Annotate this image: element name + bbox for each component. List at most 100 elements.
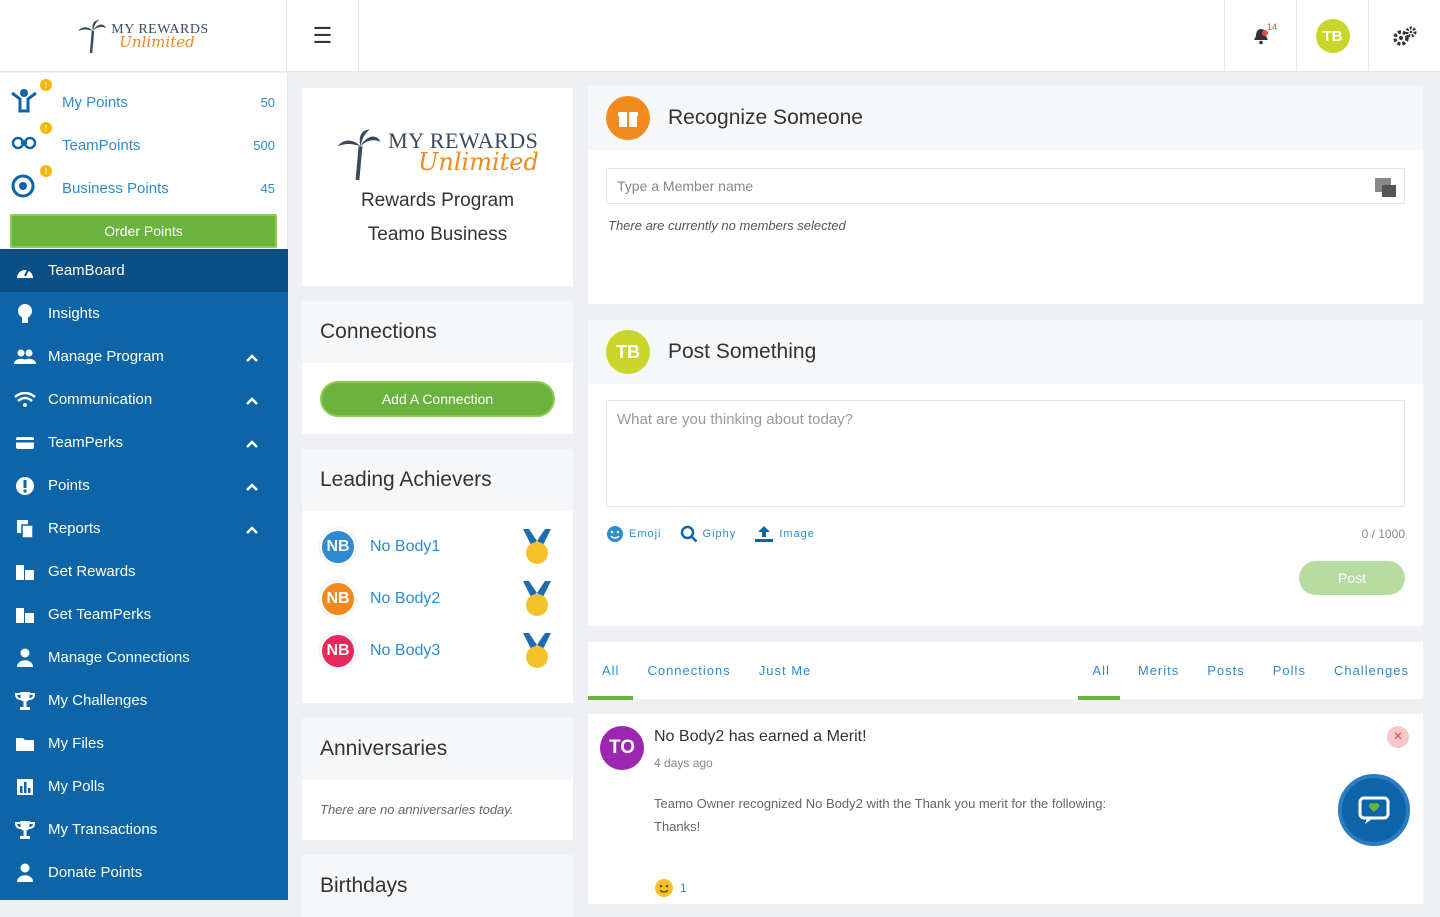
user-icon [14, 862, 36, 884]
sidebar-item-donate-points[interactable]: Donate Points [0, 851, 288, 894]
member-input-placeholder: Type a Member name [617, 178, 754, 194]
sidebar-item-insights[interactable]: Insights [0, 292, 288, 335]
sidebar-item-label: TeamBoard [48, 262, 125, 279]
sidebar-item-label: Points [48, 477, 90, 494]
sidebar: ! My Points 50 ! TeamPoints 500 ! Busine… [0, 73, 288, 900]
post-button[interactable]: Post [1299, 561, 1405, 595]
trophy-icon [14, 690, 36, 712]
achiever-row[interactable]: NB No Body3 [302, 625, 573, 677]
order-points-button[interactable]: Order Points [10, 214, 277, 248]
sidebar-item-label: My Polls [48, 778, 105, 795]
emoji-button[interactable]: Emoji [606, 525, 662, 543]
feed-timestamp: 4 days ago [654, 756, 713, 770]
copy-icon [14, 518, 36, 540]
points-row-my-points[interactable]: ! My Points 50 [10, 79, 277, 124]
sidebar-item-manage-program[interactable]: Manage Program [0, 335, 288, 378]
chevron-up-icon [246, 392, 258, 409]
sidebar-nav: TeamBoard Insights Manage Program Commun… [0, 249, 288, 894]
sidebar-item-label: My Challenges [48, 692, 148, 709]
medal-icon [523, 581, 551, 616]
chevron-up-icon [246, 521, 258, 538]
search-icon [680, 525, 697, 543]
member-search-input[interactable]: Type a Member name [606, 168, 1405, 204]
tab-type-all[interactable]: All [1078, 642, 1121, 700]
tab-just-me[interactable]: Just Me [759, 642, 812, 700]
image-button[interactable]: Image [754, 525, 815, 543]
feed-body-text2: Thanks! [654, 819, 701, 834]
feed-item: TO No Body2 has earned a Merit! 4 days a… [588, 714, 1423, 904]
medal-icon [523, 633, 551, 668]
menu-toggle-button[interactable]: ☰ [287, 0, 359, 72]
users-icon [14, 346, 36, 368]
giphy-button[interactable]: Giphy [680, 525, 737, 543]
dashboard-icon [14, 260, 36, 282]
member-list-icon[interactable] [1374, 177, 1398, 199]
points-row-team-points[interactable]: ! TeamPoints 500 [10, 122, 277, 167]
post-title: Post Something [668, 340, 817, 363]
feed-author-avatar[interactable]: TO [600, 726, 644, 770]
lightbulb-icon [14, 303, 36, 325]
leading-achievers-card: Leading Achievers NB No Body1 NB No Body… [302, 449, 573, 703]
sidebar-item-my-polls[interactable]: My Polls [0, 765, 288, 808]
tab-merits[interactable]: Merits [1138, 642, 1179, 700]
notifications-button[interactable]: 14 [1224, 0, 1296, 72]
chat-button[interactable] [1338, 774, 1410, 846]
tab-connections[interactable]: Connections [647, 642, 730, 700]
sidebar-item-points[interactable]: Points [0, 464, 288, 507]
avatar: TB [1315, 19, 1350, 53]
birthdays-title: Birthdays [302, 855, 573, 917]
post-card: TB Post Something What are you thinking … [588, 320, 1423, 626]
sidebar-item-manage-connections[interactable]: Manage Connections [0, 636, 288, 679]
achiever-row[interactable]: NB No Body2 [302, 573, 573, 625]
business-name: Teamo Business [367, 224, 508, 245]
points-panel: ! My Points 50 ! TeamPoints 500 ! Busine… [0, 73, 288, 249]
tab-posts[interactable]: Posts [1207, 642, 1245, 700]
hamburger-icon: ☰ [312, 23, 333, 48]
image-label: Image [779, 528, 815, 540]
card-icon [14, 432, 36, 454]
sidebar-item-label: Manage Connections [48, 649, 190, 666]
sidebar-item-teamperks[interactable]: TeamPerks [0, 421, 288, 464]
reaction-button[interactable]: 1 [654, 878, 687, 898]
achiever-avatar: NB [320, 581, 356, 617]
emoji-icon [607, 526, 623, 542]
achiever-name: No Body3 [370, 642, 441, 659]
anniversaries-title: Anniversaries [302, 718, 573, 780]
sidebar-item-my-files[interactable]: My Files [0, 722, 288, 765]
sidebar-item-label: TeamPerks [48, 434, 124, 451]
points-indicator: ! [40, 122, 52, 134]
info-icon [14, 475, 36, 497]
post-textarea[interactable]: What are you thinking about today? [606, 400, 1405, 507]
chat-icon [1358, 796, 1390, 824]
header-logo[interactable]: MY REWARDS Unlimited [0, 0, 287, 72]
program-name: Rewards Program [360, 190, 515, 211]
notification-count: 14 [1267, 22, 1278, 32]
sidebar-item-label: Get TeamPerks [48, 606, 152, 623]
tab-polls[interactable]: Polls [1273, 642, 1306, 700]
close-icon[interactable]: × [1387, 726, 1409, 748]
right-column: Recognize Someone Type a Member name The… [587, 86, 1423, 904]
sidebar-item-communication[interactable]: Communication [0, 378, 288, 421]
sidebar-item-label: My Transactions [48, 821, 158, 838]
add-connection-button[interactable]: Add A Connection [320, 381, 555, 417]
settings-button[interactable] [1368, 0, 1440, 72]
achiever-name: No Body1 [370, 538, 441, 555]
palm-tree-icon [78, 20, 107, 53]
sidebar-item-get-rewards[interactable]: Get Rewards [0, 550, 288, 593]
sidebar-item-my-challenges[interactable]: My Challenges [0, 679, 288, 722]
user-menu-button[interactable]: TB [1296, 0, 1368, 72]
tab-challenges[interactable]: Challenges [1334, 642, 1409, 700]
tab-all[interactable]: All [587, 642, 635, 700]
user-icon [14, 647, 36, 669]
points-row-business-points[interactable]: ! Business Points 45 [10, 165, 277, 210]
sidebar-item-teamboard[interactable]: TeamBoard [0, 249, 288, 292]
sidebar-item-label: Donate Points [48, 864, 143, 881]
sidebar-item-reports[interactable]: Reports [0, 507, 288, 550]
sidebar-item-get-teamperks[interactable]: Get TeamPerks [0, 593, 288, 636]
recognize-card: Recognize Someone Type a Member name The… [588, 86, 1423, 304]
wifi-icon [14, 389, 36, 411]
emoji-label: Emoji [629, 528, 662, 540]
achiever-row[interactable]: NB No Body1 [302, 521, 573, 573]
birthdays-card: Birthdays [302, 855, 573, 917]
sidebar-item-my-transactions[interactable]: My Transactions [0, 808, 288, 851]
